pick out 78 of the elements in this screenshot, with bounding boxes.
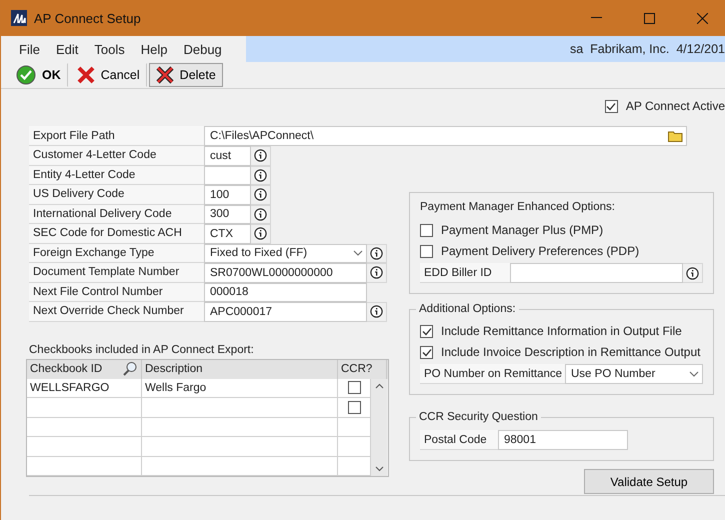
field-label: Next File Control Number [29,282,204,302]
info-icon[interactable] [370,266,383,280]
menu-item[interactable]: Debug [175,42,230,56]
info-icon[interactable] [254,188,267,202]
menu-item[interactable]: Help [132,42,176,56]
x-icon [156,66,174,84]
field-label: Postal Code [420,430,498,450]
search-icon[interactable] [122,361,138,377]
input-field[interactable]: 98001 [498,430,628,450]
input-field[interactable]: 000018 [204,282,367,302]
input-field[interactable]: 300 [204,204,251,224]
field-label: PO Number on Remittance [420,364,565,384]
checkbox[interactable] [420,244,433,258]
validate-setup-button[interactable]: Validate Setup [584,469,714,494]
dropdown-caret-icon[interactable] [353,250,363,256]
dropdown-caret-icon[interactable] [689,371,699,377]
folder-icon[interactable] [668,130,683,142]
info-icon[interactable] [254,149,267,162]
checkbox-label: AP Connect Active [626,99,725,113]
dropdown-field[interactable]: Use PO Number [565,364,703,384]
info-icon[interactable] [254,208,267,221]
field-label: Customer 4-Letter Code [29,146,204,166]
menu-item[interactable]: Tools [86,42,133,56]
input-field[interactable]: APC000017 [204,302,367,322]
input-field[interactable]: 100 [204,185,251,204]
info-icon[interactable] [370,246,383,260]
table-cell: Wells Fargo [142,378,338,397]
checkbox-label: Payment Manager Plus (PMP) [441,223,604,237]
close-icon[interactable] [696,12,708,24]
group-title: CCR Security Question [416,411,541,423]
menu-item[interactable]: File [11,42,48,56]
group-title: Additional Options: [416,303,519,315]
export-path-field[interactable]: C:\Files\APConnect\ [204,126,687,146]
menu-item[interactable]: Edit [48,42,86,56]
checkbox[interactable] [420,324,433,338]
app-logo-icon [11,10,27,26]
cancel-button[interactable]: Cancel [70,63,147,87]
checkbox[interactable] [604,100,618,112]
table-title: Checkbooks included in AP Connect Export: [29,344,255,356]
input-field[interactable]: CTX [204,224,251,244]
field-label: EDD Biller ID [420,263,510,283]
field-label: Next Override Check Number [29,302,204,322]
checkbox-label: Include Remittance Information in Output File [441,324,682,338]
window-title: AP Connect Setup [34,10,142,26]
info-icon[interactable] [254,227,267,240]
check-circle-icon [16,65,36,85]
checkbox[interactable] [348,381,360,394]
maximize-icon[interactable] [644,12,654,24]
field-label: Foreign Exchange Type [29,244,204,263]
input-field[interactable]: SR0700WL0000000000 [204,263,367,282]
delete-button[interactable]: Delete [148,63,223,87]
minimize-icon[interactable] [590,17,602,19]
input-field[interactable]: cust [204,146,251,166]
x-icon [76,66,95,84]
scrollbar[interactable] [371,378,387,476]
dropdown-field[interactable]: Fixed to Fixed (FF) [204,244,367,263]
field-label: SEC Code for Domestic ACH [29,224,204,244]
group-title: Payment Manager Enhanced Options: [420,201,616,213]
checkbox-label: Include Invoice Description in Remittance Output [441,345,700,359]
info-icon[interactable] [686,266,699,280]
info-icon[interactable] [254,168,267,182]
table-cell: WELLSFARGO [27,378,142,397]
field-label: US Delivery Code [29,185,204,204]
field-label: Document Template Number [29,263,204,282]
company-name: Fabrikam, Inc. [590,42,670,56]
info-icon[interactable] [370,305,383,318]
input-field[interactable] [510,263,683,283]
field-label: International Delivery Code [29,204,204,224]
input-field[interactable] [204,166,251,185]
checkbox[interactable] [420,224,433,236]
checkbox[interactable] [348,400,360,414]
ok-button[interactable]: OK [9,63,68,87]
field-label: Export File Path [29,126,204,146]
user-name: sa [570,42,584,56]
checkbox[interactable] [420,346,433,358]
field-label: Entity 4-Letter Code [29,166,204,185]
user-date: 4/12/201 [676,42,725,56]
checkbox-label: Payment Delivery Preferences (PDP) [441,244,640,258]
